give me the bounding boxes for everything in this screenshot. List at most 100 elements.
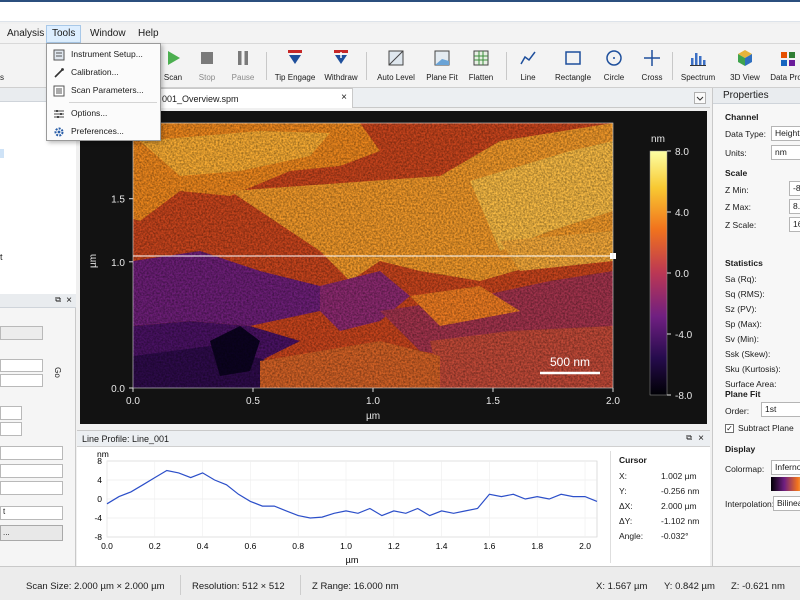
- 3d-view-button[interactable]: 3D View: [728, 48, 762, 82]
- left-panel: × t ⧉× Go t ...: [0, 88, 76, 566]
- data-type-select[interactable]: Height: [771, 126, 800, 141]
- line-tool-button[interactable]: Line: [516, 48, 540, 82]
- image-x-tick-label: 1.0: [366, 396, 380, 407]
- image-x-axis-label: µm: [366, 411, 380, 422]
- profile-x-tick-label: 1.0: [340, 541, 352, 551]
- rectangle-tool-button[interactable]: Rectangle: [555, 48, 591, 82]
- auto-level-button[interactable]: Auto Level: [376, 48, 416, 82]
- document-tab[interactable]: 001_Overview.spm ×: [157, 88, 353, 108]
- status-x: X: 1.567 µm: [596, 581, 648, 592]
- flatten-button[interactable]: Flatten: [466, 48, 496, 82]
- menu-item-instrument-setup[interactable]: Instrument Setup...: [47, 46, 160, 64]
- pause-button[interactable]: Pause: [229, 48, 257, 82]
- toolbar-cut-label: s: [0, 73, 4, 82]
- scale-section: Scale: [725, 168, 748, 178]
- close-icon[interactable]: ×: [698, 433, 704, 444]
- colorbar-ticks: 8.0 4.0 0.0 -4.0 -8.0: [667, 147, 693, 402]
- interp-select[interactable]: Bilinear: [773, 496, 800, 511]
- wand-icon: [54, 68, 64, 78]
- line-profile-header: Line Profile: Line_001 ⧉ ×: [77, 431, 710, 447]
- menu-item-label: Scan Parameters...: [71, 85, 144, 95]
- subtract-plane-checkbox[interactable]: ✓: [725, 424, 734, 433]
- zscale-input[interactable]: 16: [789, 217, 800, 232]
- cube-3d-icon: [738, 50, 752, 66]
- auto-level-label: Auto Level: [377, 73, 415, 82]
- withdraw-button[interactable]: Withdraw: [323, 48, 359, 82]
- line-profile-chart[interactable]: 840-4-8 0.0 0.2 0.4 0.6 0.8 1.0 1.2 1.4 1.6 1.8 2.…: [77, 447, 607, 567]
- menu-window[interactable]: Window: [85, 27, 131, 41]
- image-y-tick-label: 0.0: [111, 384, 125, 395]
- left-field-1[interactable]: [0, 359, 43, 372]
- cursor-x-key: X:: [619, 471, 628, 481]
- colorbar-tick-label: 4.0: [675, 208, 689, 219]
- status-z: Z: -0.621 nm: [731, 581, 785, 592]
- left-select-2[interactable]: [0, 406, 22, 420]
- menu-item-preferences[interactable]: Preferences...: [47, 123, 160, 141]
- left-field-2[interactable]: [0, 374, 43, 387]
- menu-item-calibration[interactable]: Calibration...: [47, 64, 160, 82]
- tools-menu-dropdown: Instrument Setup... Calibration... Scan …: [46, 43, 161, 141]
- circle-tool-button[interactable]: Circle: [602, 48, 626, 82]
- circle-label: Circle: [603, 73, 625, 82]
- menu-item-label: Preferences...: [71, 126, 124, 136]
- play-icon: [168, 51, 180, 65]
- stat-sv: Sv (Min):: [725, 334, 759, 344]
- colormap-select[interactable]: Inferno: [771, 460, 800, 475]
- properties-header: Properties: [713, 88, 800, 104]
- accent-line: [0, 0, 800, 2]
- pin-icon[interactable]: ⧉: [55, 295, 61, 305]
- close-icon[interactable]: ×: [66, 295, 72, 306]
- line-profile-panel: Line Profile: Line_001 ⧉ × 8 4 0 -4 -8 0.0 0.…: [77, 430, 710, 566]
- units-select[interactable]: nm: [771, 145, 800, 160]
- cursor-readout: Cursor X: 1.002 µm Y: -0.256 nm ΔX: 2.000 µ…: [610, 451, 706, 563]
- profile-y-tick-label: 4: [97, 475, 102, 485]
- afm-image-canvas[interactable]: 500 nm 0.0 0.5 1.0 1.5 2.0 0.0 1.0 1.5 2.0 µm µ…: [80, 111, 707, 424]
- plane-fit-button[interactable]: Plane Fit: [424, 48, 460, 82]
- image-y-ticks: 0.01.01.52.0: [111, 132, 133, 395]
- profile-x-ticks: 0.0 0.2 0.4 0.6 0.8 1.0 1.2 1.4 1.6 1.8 2.0: [101, 541, 591, 551]
- image-y-axis-label: µm: [88, 254, 99, 268]
- left-action-button[interactable]: ...: [0, 525, 63, 541]
- stop-button[interactable]: Stop: [194, 48, 220, 82]
- left-select-3[interactable]: [0, 422, 22, 436]
- profile-x-tick-label: 0.6: [245, 541, 257, 551]
- profile-x-tick-label: 2.0: [579, 541, 591, 551]
- profile-x-tick-label: 1.8: [531, 541, 543, 551]
- display-section: Display: [725, 444, 756, 454]
- cursor-dy-key: ΔY:: [619, 516, 633, 526]
- cursor-title: Cursor: [619, 455, 647, 465]
- tip-engage-label: Tip Engage: [274, 73, 316, 82]
- colorbar-tick-label: 0.0: [675, 269, 689, 280]
- scan-button[interactable]: Scan: [160, 48, 186, 82]
- data-proc-button[interactable]: Data Proc: [768, 48, 800, 82]
- menu-help[interactable]: Help: [133, 27, 164, 41]
- menu-item-scan-parameters[interactable]: Scan Parameters...: [47, 82, 160, 100]
- spectrum-button[interactable]: Spectrum: [680, 48, 716, 82]
- close-tab-icon[interactable]: ×: [341, 92, 347, 103]
- order-select[interactable]: 1st: [761, 402, 800, 417]
- data-proc-icon: [781, 52, 795, 66]
- zmax-input[interactable]: 8.0: [789, 199, 800, 214]
- toolbar-cut-button[interactable]: s: [0, 48, 8, 82]
- profile-y-tick-label: 0: [97, 494, 102, 504]
- afm-height-map: [133, 123, 616, 388]
- left-select-4[interactable]: [0, 446, 63, 460]
- colorbar-tick-label: -8.0: [675, 391, 693, 402]
- document-tab-title: 001_Overview.spm: [162, 94, 239, 104]
- spectrum-label: Spectrum: [680, 73, 716, 82]
- left-field-4[interactable]: [0, 481, 63, 495]
- left-select-5[interactable]: t: [0, 506, 63, 520]
- menu-item-options[interactable]: Options...: [47, 105, 160, 123]
- stop-icon: [201, 52, 213, 64]
- cross-tool-button[interactable]: Cross: [640, 48, 664, 82]
- tip-engage-button[interactable]: Tip Engage: [273, 48, 317, 82]
- menu-analysis[interactable]: Analysis: [2, 27, 49, 41]
- list-icon: [53, 85, 65, 97]
- left-select[interactable]: [0, 326, 43, 340]
- menu-tools[interactable]: Tools: [46, 25, 82, 43]
- tab-list-dropdown[interactable]: [694, 92, 706, 104]
- left-field-3[interactable]: [0, 464, 63, 478]
- pin-icon[interactable]: ⧉: [686, 433, 692, 443]
- zmin-input[interactable]: -8.: [789, 181, 800, 196]
- cross-label: Cross: [641, 73, 663, 82]
